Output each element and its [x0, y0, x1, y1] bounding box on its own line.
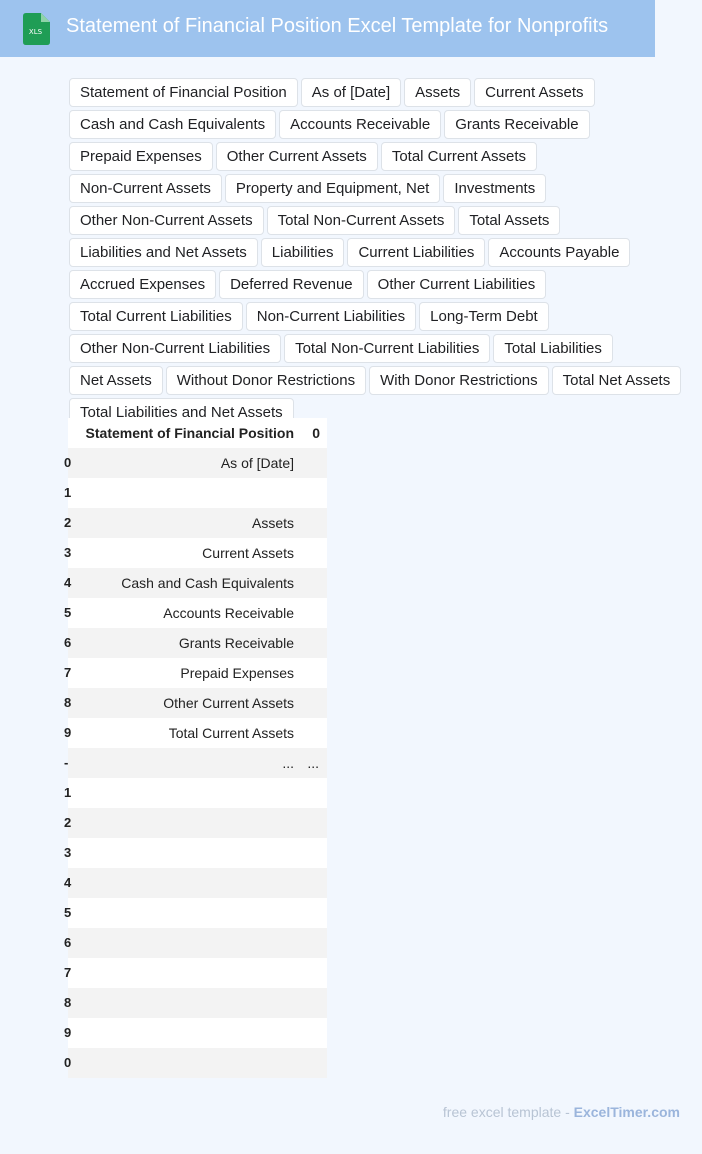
footer-prefix: free excel template - [442, 1104, 574, 1120]
row-value: ... [307, 755, 319, 771]
footer-brand-link[interactable]: ExcelTimer.com [574, 1104, 680, 1120]
keyword-tag[interactable]: Liabilities and Net Assets [69, 238, 258, 267]
keyword-tag[interactable]: Long-Term Debt [419, 302, 549, 331]
sheet-row: 8 [64, 988, 327, 1018]
row-index: 9 [64, 725, 72, 740]
keyword-tag[interactable]: Net Assets [69, 366, 163, 395]
keyword-tag[interactable]: Current Liabilities [347, 238, 486, 267]
keyword-tag[interactable]: Property and Equipment, Net [224, 174, 441, 203]
row-label: As of [Date] [220, 455, 294, 471]
sheet-row: 8 Other Current Assets [64, 688, 327, 718]
sheet-row: 2 [64, 808, 327, 838]
row-label: Current Assets [202, 545, 294, 561]
keyword-tag[interactable]: Without Donor Restrictions [165, 366, 367, 395]
row-index: - [64, 755, 69, 770]
row-label: Assets [251, 515, 294, 531]
row-label: ... [282, 755, 294, 771]
keyword-tag[interactable]: Non-Current Assets [69, 174, 222, 203]
svg-text:XLS: XLS [29, 28, 43, 36]
sheet-row: 7 Prepaid Expenses [64, 658, 327, 688]
keyword-tag[interactable]: Total Net Assets [551, 366, 682, 395]
keyword-tag[interactable]: With Donor Restrictions [369, 366, 549, 395]
sheet-row: 1 [64, 778, 327, 808]
keyword-tag[interactable]: Non-Current Liabilities [245, 302, 417, 331]
row-index: 8 [64, 995, 72, 1010]
row-label: Prepaid Expenses [180, 665, 294, 681]
row-label: Cash and Cash Equivalents [121, 575, 294, 591]
row-index: 1 [64, 485, 72, 500]
keyword-tag[interactable]: As of [Date] [300, 78, 402, 107]
row-index: 2 [64, 815, 72, 830]
row-index: 0 [64, 455, 72, 470]
row-index: 0 [64, 1055, 72, 1070]
sheet-row: 9 [64, 1018, 327, 1048]
row-label: Accounts Receivable [163, 605, 294, 621]
keyword-tag[interactable]: Total Assets [458, 206, 561, 235]
row-index: 5 [64, 605, 72, 620]
row-label: Other Current Assets [163, 695, 294, 711]
keyword-tag[interactable]: Accounts Payable [488, 238, 631, 267]
page-title: Statement of Financial Position Excel Te… [66, 15, 609, 37]
keyword-tag-list: Statement of Financial Position As of [Da… [69, 78, 694, 430]
keyword-tag[interactable]: Cash and Cash Equivalents [69, 110, 277, 139]
sheet-row: 1 [64, 478, 327, 508]
sheet-row: 0 [64, 1048, 327, 1078]
row-index: 7 [64, 965, 72, 980]
row-index: 6 [64, 935, 72, 950]
sheet-row: 6 [64, 928, 327, 958]
sheet-header-value: 0 [312, 425, 320, 441]
footer-credit: free excel template - ExcelTimer.com [443, 1104, 680, 1120]
row-index: 9 [64, 1025, 72, 1040]
keyword-tag[interactable]: Accounts Receivable [279, 110, 442, 139]
keyword-tag[interactable]: Statement of Financial Position [69, 78, 298, 107]
spreadsheet-preview: Statement of Financial Position 0 0 As of… [64, 418, 327, 1078]
keyword-tag[interactable]: Total Current Assets [380, 142, 538, 171]
sheet-row: 7 [64, 958, 327, 988]
sheet-row: -...... [64, 748, 327, 778]
keyword-tag[interactable]: Total Non-Current Assets [266, 206, 456, 235]
sheet-row: 0 As of [Date] [64, 448, 327, 478]
sheet-row: 5 Accounts Receivable [64, 598, 327, 628]
sheet-row: 3 Current Assets [64, 538, 327, 568]
sheet-row: 6 Grants Receivable [64, 628, 327, 658]
row-index: 5 [64, 905, 72, 920]
sheet-row: 4 [64, 868, 327, 898]
page-header: XLS Statement of Financial Position Exce… [0, 0, 655, 57]
sheet-row: 4 Cash and Cash Equivalents [64, 568, 327, 598]
row-index: 3 [64, 545, 72, 560]
row-index: 2 [64, 515, 72, 530]
keyword-tag[interactable]: Total Non-Current Liabilities [284, 334, 491, 363]
keyword-tag[interactable]: Liabilities [260, 238, 345, 267]
row-index: 4 [64, 575, 72, 590]
keyword-tag[interactable]: Assets [404, 78, 472, 107]
row-index: 4 [64, 875, 72, 890]
keyword-tag[interactable]: Investments [443, 174, 547, 203]
keyword-tag[interactable]: Other Non-Current Liabilities [69, 334, 282, 363]
row-label: Total Current Assets [168, 725, 294, 741]
sheet-row: 5 [64, 898, 327, 928]
row-label: Grants Receivable [178, 635, 294, 651]
sheet-header-row: Statement of Financial Position 0 [68, 418, 327, 448]
excel-file-icon: XLS [23, 13, 50, 45]
sheet-row: 9 Total Current Assets [64, 718, 327, 748]
keyword-tag[interactable]: Other Non-Current Assets [69, 206, 264, 235]
keyword-tag[interactable]: Prepaid Expenses [69, 142, 213, 171]
row-index: 7 [64, 665, 72, 680]
keyword-tag[interactable]: Deferred Revenue [219, 270, 364, 299]
keyword-tag[interactable]: Total Liabilities [493, 334, 613, 363]
sheet-row: 2 Assets [64, 508, 327, 538]
keyword-tag[interactable]: Grants Receivable [444, 110, 590, 139]
row-index: 6 [64, 635, 72, 650]
keyword-tag[interactable]: Other Current Liabilities [366, 270, 547, 299]
sheet-header-label: Statement of Financial Position [85, 425, 294, 441]
row-index: 1 [64, 785, 72, 800]
keyword-tag[interactable]: Current Assets [474, 78, 595, 107]
keyword-tag[interactable]: Total Current Liabilities [69, 302, 243, 331]
row-index: 8 [64, 695, 72, 710]
row-index: 3 [64, 845, 72, 860]
keyword-tag[interactable]: Accrued Expenses [69, 270, 217, 299]
sheet-row: 3 [64, 838, 327, 868]
keyword-tag[interactable]: Other Current Assets [215, 142, 378, 171]
